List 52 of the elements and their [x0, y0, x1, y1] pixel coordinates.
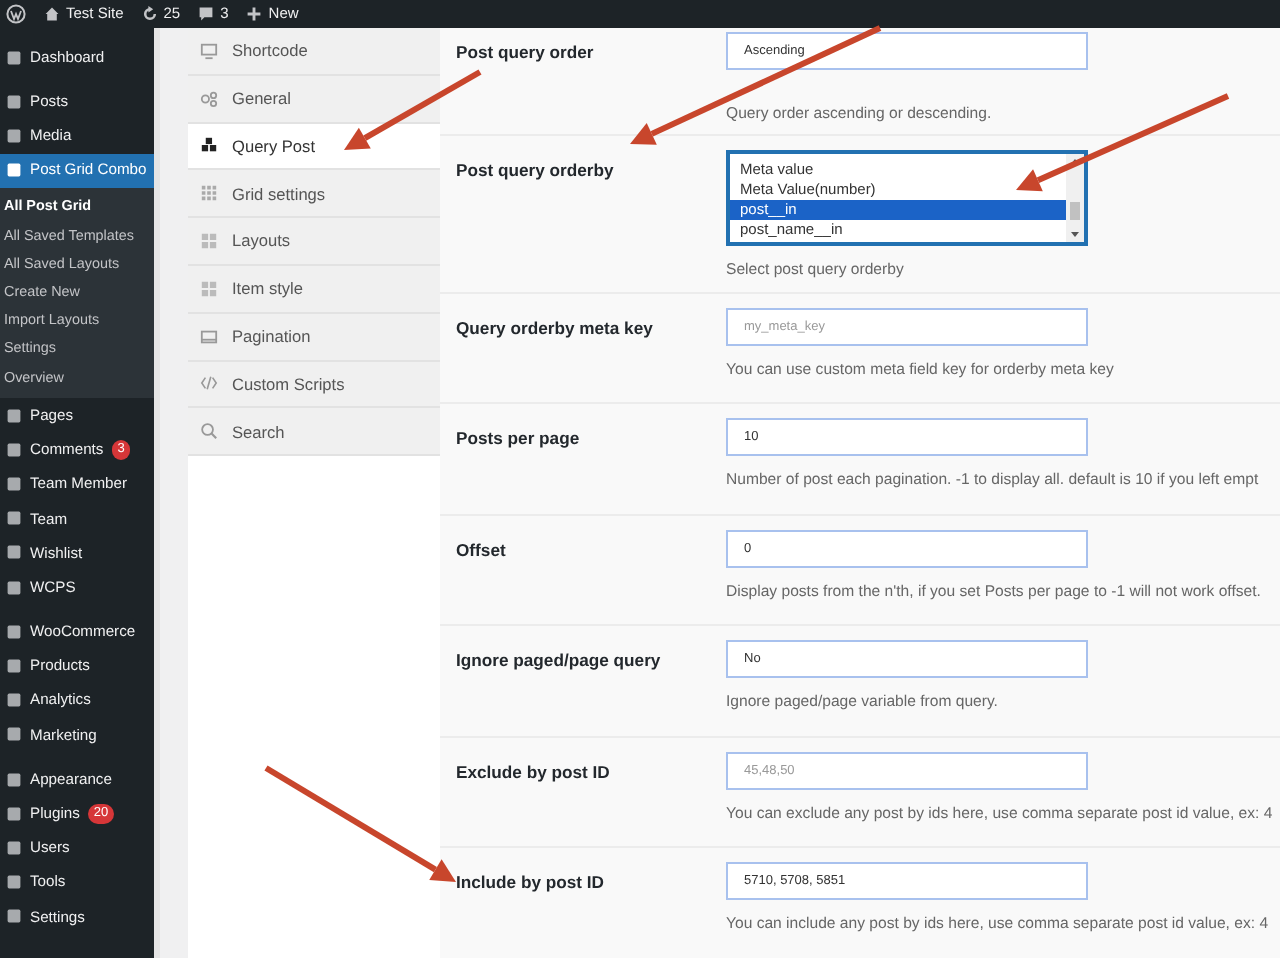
- menu-square-icon: [6, 407, 22, 424]
- tab[interactable]: Search: [188, 408, 440, 457]
- field-label: Exclude by post ID: [456, 759, 612, 786]
- window-icon: [200, 327, 218, 346]
- tab[interactable]: General: [188, 75, 440, 124]
- field-label: Query orderby meta key: [456, 315, 655, 342]
- menu-square-icon: [6, 579, 22, 596]
- cubes-icon: [200, 136, 218, 155]
- scrollbar-drawing: [1066, 154, 1084, 243]
- comment-icon: [198, 6, 215, 22]
- field-label: Offset: [456, 537, 508, 564]
- grid-icon: [200, 184, 218, 203]
- menu-square-icon: [6, 726, 22, 743]
- tab[interactable]: Grid settings: [188, 170, 440, 219]
- plus-icon: [246, 6, 263, 22]
- annotation-arrow: [344, 69, 482, 150]
- search-icon: [200, 422, 218, 441]
- menu-square-icon: [6, 771, 22, 788]
- menu-square-icon: [6, 623, 22, 640]
- field-label: Post query orderby: [456, 158, 616, 185]
- refresh-icon: [141, 6, 158, 22]
- menu-square-icon: [6, 162, 22, 179]
- menu-square-icon: [6, 441, 22, 458]
- menu-square-icon: [6, 874, 22, 891]
- layout-icon: [200, 279, 218, 298]
- field-label: Ignore paged/page query: [456, 648, 663, 675]
- home-icon: [44, 6, 60, 22]
- code-icon: [200, 374, 218, 393]
- tab[interactable]: Pagination: [188, 313, 440, 362]
- wordpress-logo-icon: [6, 4, 26, 24]
- tab[interactable]: Item style: [188, 265, 440, 314]
- menu-square-icon: [6, 510, 22, 527]
- gears-icon: [200, 89, 218, 108]
- field-label: Post query order: [456, 40, 596, 66]
- tab[interactable]: Custom Scripts: [188, 361, 440, 409]
- menu-square-icon: [6, 839, 22, 856]
- menu-square-icon: [6, 544, 22, 561]
- menu-square-icon: [6, 805, 22, 822]
- field-label: Include by post ID: [456, 870, 607, 897]
- menu-square-icon: [6, 476, 22, 493]
- menu-square-icon: [6, 127, 22, 144]
- menu-square-icon: [6, 657, 22, 674]
- menu-square-icon: [6, 692, 22, 709]
- menu-square-icon: [6, 49, 22, 66]
- layout-icon: [200, 232, 218, 251]
- field-label: Posts per page: [456, 426, 582, 453]
- monitor-icon: [200, 41, 218, 60]
- tab[interactable]: Query Post: [188, 123, 440, 171]
- menu-square-icon: [6, 908, 22, 925]
- tab[interactable]: Shortcode: [188, 28, 440, 76]
- tab[interactable]: Layouts: [188, 218, 440, 266]
- menu-square-icon: [6, 93, 22, 110]
